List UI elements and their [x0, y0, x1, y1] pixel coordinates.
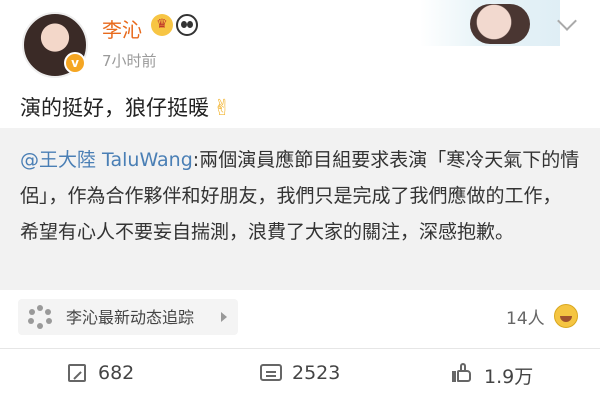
mention-link[interactable]: @王大陸 TaluWang [20, 149, 193, 171]
divider [0, 348, 600, 349]
chevron-down-icon[interactable] [557, 11, 577, 31]
tracking-label[interactable]: 李沁最新动态追踪 [66, 304, 194, 328]
verified-badge: v [64, 52, 86, 74]
post-timestamp: 7小时前 [102, 52, 157, 70]
like-button[interactable]: 1.9万 [452, 360, 552, 390]
post-header: v 李沁 ♛ 7小时前 [0, 0, 600, 90]
laugh-icon [554, 304, 578, 328]
repost-button[interactable]: 682 [68, 360, 148, 390]
quoted-post-text: @王大陸 TaluWang:兩個演員應節目組要求表演「寒冷天氣下的情侶」，作為合… [20, 142, 580, 250]
username[interactable]: 李沁 [102, 14, 142, 43]
comment-button[interactable]: 2523 [260, 360, 360, 390]
repost-count: 682 [98, 362, 135, 384]
comment-icon [260, 364, 282, 381]
victory-icon: ✌ [213, 96, 232, 121]
post-text: 演的挺好，狼仔挺暖 ✌ [20, 92, 231, 122]
tracking-icon [28, 305, 52, 329]
chevron-right-icon [221, 312, 227, 322]
post-text-content: 演的挺好，狼仔挺暖 [20, 96, 209, 120]
panda-icon [176, 14, 198, 36]
repost-icon [68, 364, 86, 382]
banner-portrait [470, 4, 530, 44]
people-count: 14人 [506, 309, 545, 329]
comment-count: 2523 [292, 362, 341, 384]
like-count: 1.9万 [484, 366, 534, 388]
crown-icon: ♛ [151, 14, 173, 36]
like-icon [452, 363, 472, 383]
